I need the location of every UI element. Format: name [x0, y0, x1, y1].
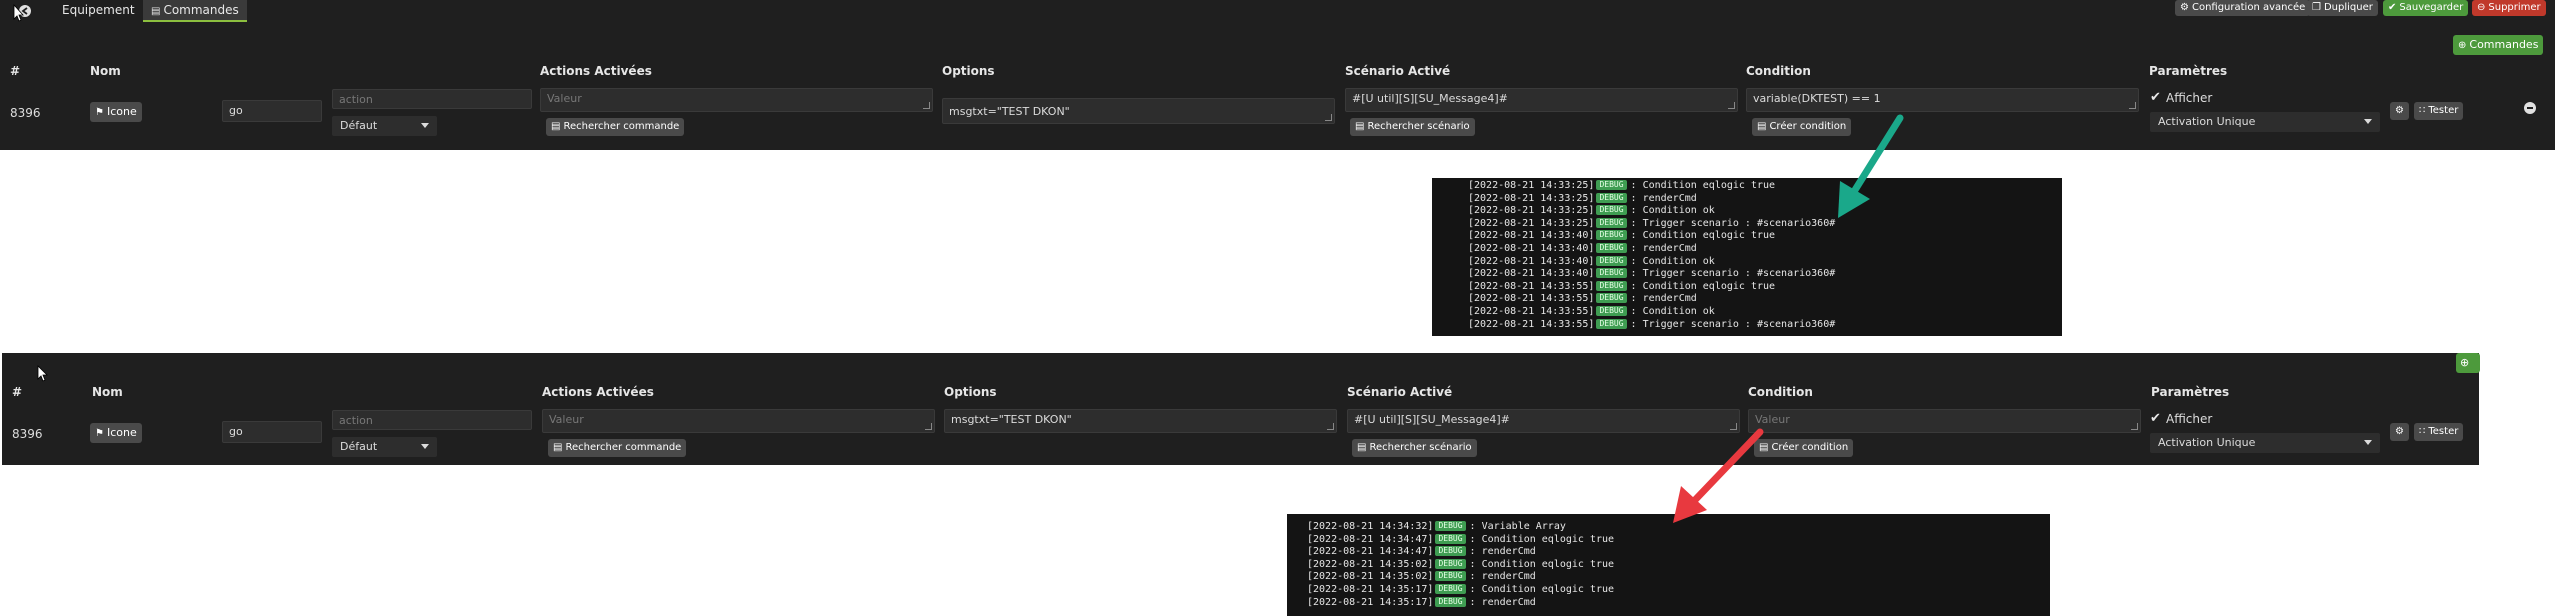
arrow-red-icon — [1673, 428, 1764, 523]
annotation-arrows — [1673, 114, 1904, 523]
arrow-green-icon — [1838, 114, 1904, 218]
